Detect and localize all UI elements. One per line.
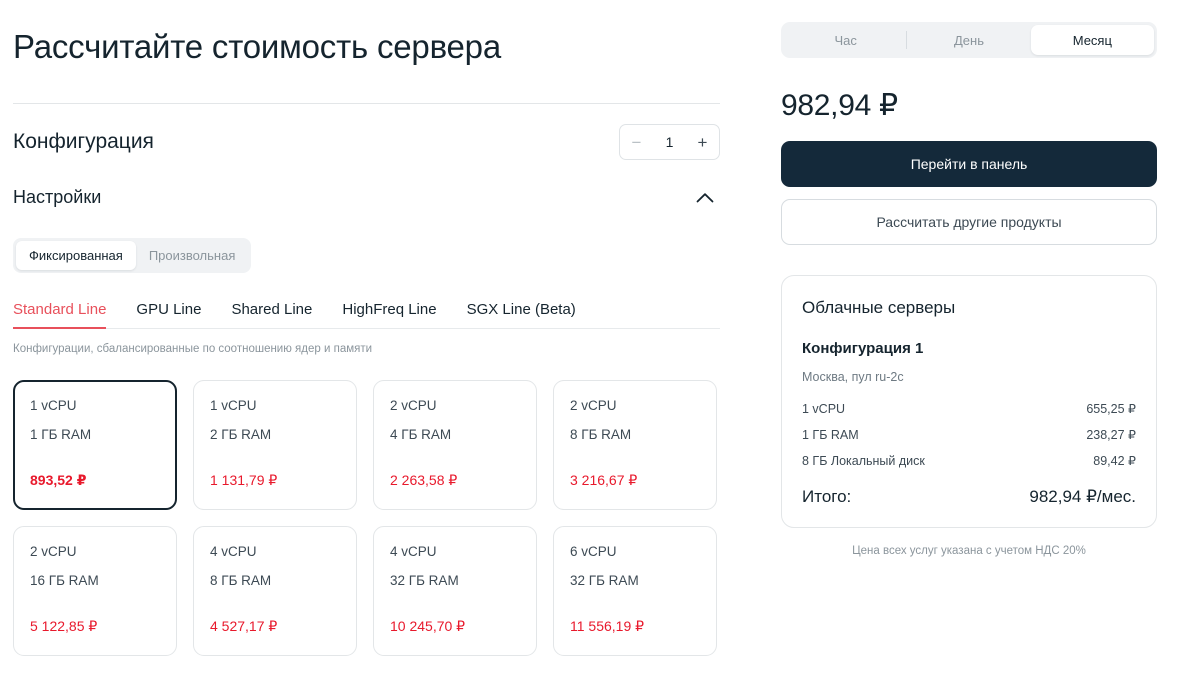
summary-line-label: 1 vCPU: [802, 402, 845, 416]
summary-region: Москва, пул ru-2c: [802, 370, 1136, 384]
go-to-panel-button[interactable]: Перейти в панель: [781, 141, 1157, 187]
spec-card[interactable]: 1 vCPU 2 ГБ RAM 1 131,79 ₽: [193, 380, 357, 510]
spec-card[interactable]: 2 vCPU 16 ГБ RAM 5 122,85 ₽: [13, 526, 177, 656]
spec-ram: 8 ГБ RAM: [210, 574, 340, 588]
spec-cpu: 2 vCPU: [570, 399, 700, 413]
spec-price: 4 527,17 ₽: [210, 618, 340, 639]
stepper-increment-button[interactable]: +: [686, 125, 719, 159]
spec-ram: 4 ГБ RAM: [390, 428, 520, 442]
summary-heading: Облачные серверы: [802, 298, 1136, 318]
period-item-day[interactable]: День: [907, 25, 1030, 55]
period-item-hour[interactable]: Час: [784, 25, 907, 55]
summary-line-item: 1 ГБ RAM 238,27 ₽: [802, 427, 1136, 442]
quantity-stepper[interactable]: − 1 +: [619, 124, 720, 160]
spec-cpu: 4 vCPU: [210, 545, 340, 559]
summary-line-label: 1 ГБ RAM: [802, 428, 859, 442]
spec-price: 3 216,67 ₽: [570, 472, 700, 493]
spec-cpu: 2 vCPU: [30, 545, 160, 559]
tab-hint-text: Конфигурации, сбалансированные по соотно…: [13, 343, 720, 355]
spec-price: 10 245,70 ₽: [390, 618, 520, 639]
summary-card: Облачные серверы Конфигурация 1 Москва, …: [781, 275, 1157, 528]
left-panel: Рассчитайте стоимость сервера Конфигурац…: [0, 0, 733, 656]
settings-collapse-button[interactable]: [690, 182, 720, 212]
spec-cpu: 1 vCPU: [210, 399, 340, 413]
configuration-row: Конфигурация − 1 +: [13, 104, 720, 160]
spec-price: 893,52 ₽: [30, 472, 160, 493]
summary-line-value: 655,25 ₽: [1086, 401, 1136, 416]
summary-line-value: 89,42 ₽: [1093, 453, 1136, 468]
spec-cpu: 6 vCPU: [570, 545, 700, 559]
spec-card[interactable]: 1 vCPU 1 ГБ RAM 893,52 ₽: [13, 380, 177, 510]
spec-cpu: 1 vCPU: [30, 399, 160, 413]
spec-ram: 32 ГБ RAM: [570, 574, 700, 588]
spec-price: 11 556,19 ₽: [570, 618, 700, 639]
configuration-card-grid: 1 vCPU 1 ГБ RAM 893,52 ₽ 1 vCPU 2 ГБ RAM…: [13, 380, 720, 656]
stepper-value: 1: [653, 134, 686, 150]
tab-shared-line[interactable]: Shared Line: [231, 301, 312, 328]
calculate-other-products-button[interactable]: Рассчитать другие продукты: [781, 199, 1157, 245]
spec-price: 1 131,79 ₽: [210, 472, 340, 493]
right-panel: Час День Месяц 982,94 ₽ Перейти в панель…: [733, 0, 1181, 557]
pricing-mode-segmented-control[interactable]: Фиксированная Произвольная: [13, 238, 251, 273]
line-tabs: Standard Line GPU Line Shared Line HighF…: [13, 301, 720, 329]
spec-ram: 16 ГБ RAM: [30, 574, 160, 588]
summary-line-item: 8 ГБ Локальный диск 89,42 ₽: [802, 453, 1136, 468]
configuration-label: Конфигурация: [13, 130, 154, 154]
tab-sgx-line[interactable]: SGX Line (Beta): [467, 301, 576, 328]
summary-line-label: 8 ГБ Локальный диск: [802, 454, 925, 468]
segmented-item-custom[interactable]: Произвольная: [136, 241, 249, 270]
summary-total-label: Итого:: [802, 487, 851, 507]
calculator-page: Рассчитайте стоимость сервера Конфигурац…: [0, 0, 1181, 677]
settings-label: Настройки: [13, 187, 101, 208]
chevron-up-icon: [696, 192, 714, 203]
spec-card[interactable]: 2 vCPU 8 ГБ RAM 3 216,67 ₽: [553, 380, 717, 510]
spec-ram: 8 ГБ RAM: [570, 428, 700, 442]
stepper-decrement-button[interactable]: −: [620, 125, 653, 159]
period-item-month[interactable]: Месяц: [1031, 25, 1154, 55]
summary-total-value: 982,94 ₽/мес.: [1029, 487, 1136, 507]
page-title: Рассчитайте стоимость сервера: [13, 0, 720, 67]
tab-gpu-line[interactable]: GPU Line: [136, 301, 201, 328]
summary-total-row: Итого: 982,94 ₽/мес.: [802, 487, 1136, 507]
spec-ram: 1 ГБ RAM: [30, 428, 160, 442]
total-price-display: 982,94 ₽: [781, 88, 1157, 123]
settings-header: Настройки: [13, 160, 720, 212]
vat-note: Цена всех услуг указана с учетом НДС 20%: [781, 545, 1157, 557]
summary-line-item: 1 vCPU 655,25 ₽: [802, 401, 1136, 416]
billing-period-switch[interactable]: Час День Месяц: [781, 22, 1157, 58]
spec-card[interactable]: 6 vCPU 32 ГБ RAM 11 556,19 ₽: [553, 526, 717, 656]
spec-ram: 32 ГБ RAM: [390, 574, 520, 588]
spec-card[interactable]: 4 vCPU 8 ГБ RAM 4 527,17 ₽: [193, 526, 357, 656]
spec-card[interactable]: 2 vCPU 4 ГБ RAM 2 263,58 ₽: [373, 380, 537, 510]
spec-cpu: 4 vCPU: [390, 545, 520, 559]
summary-line-value: 238,27 ₽: [1086, 427, 1136, 442]
spec-card[interactable]: 4 vCPU 32 ГБ RAM 10 245,70 ₽: [373, 526, 537, 656]
spec-price: 5 122,85 ₽: [30, 618, 160, 639]
summary-config-name: Конфигурация 1: [802, 340, 1136, 357]
tab-standard-line[interactable]: Standard Line: [13, 301, 106, 328]
spec-ram: 2 ГБ RAM: [210, 428, 340, 442]
segmented-item-fixed[interactable]: Фиксированная: [16, 241, 136, 270]
spec-cpu: 2 vCPU: [390, 399, 520, 413]
spec-price: 2 263,58 ₽: [390, 472, 520, 493]
tab-highfreq-line[interactable]: HighFreq Line: [342, 301, 436, 328]
